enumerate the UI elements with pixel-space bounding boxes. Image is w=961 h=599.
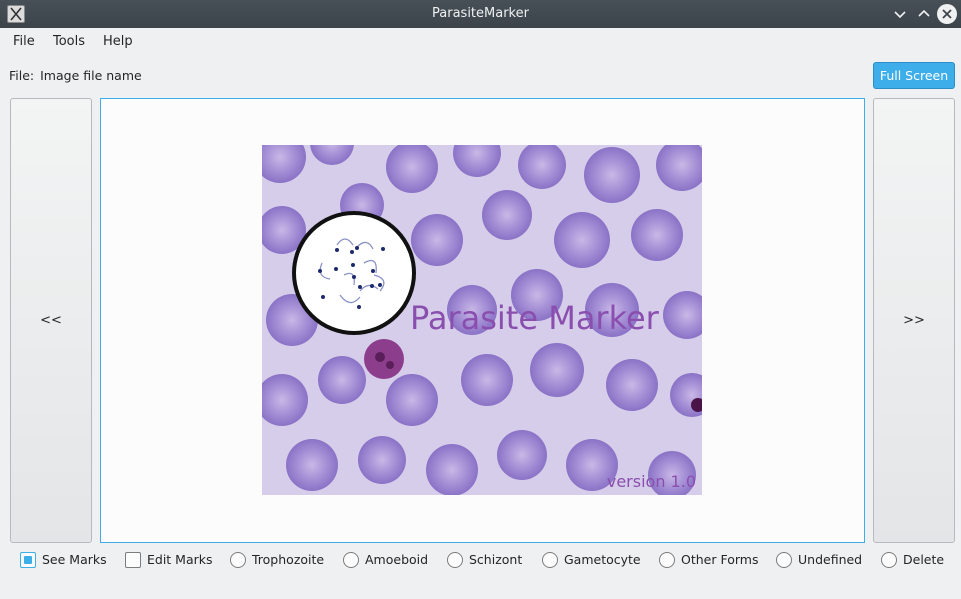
full-screen-button[interactable]: Full Screen xyxy=(873,62,955,89)
checkbox-icon[interactable] xyxy=(125,552,141,568)
splash-version: version 1.0 xyxy=(606,472,696,491)
splash-title: Parasite Marker xyxy=(410,299,659,337)
radio-icon[interactable] xyxy=(776,552,792,568)
checkbox-checked-icon[interactable] xyxy=(20,552,36,568)
next-image-button[interactable]: >> xyxy=(873,98,955,543)
menu-help[interactable]: Help xyxy=(103,34,133,49)
file-name: Image file name xyxy=(40,68,142,83)
option-label: Amoeboid xyxy=(365,552,429,567)
file-label: File: xyxy=(9,68,35,83)
title-bar: ParasiteMarker xyxy=(0,0,961,28)
file-info: File: Image file name xyxy=(9,68,142,83)
close-icon[interactable] xyxy=(937,4,957,24)
radio-icon[interactable] xyxy=(659,552,675,568)
menu-bar: File Tools Help xyxy=(0,28,961,56)
option-label: Schizont xyxy=(469,552,523,567)
option-label: Gametocyte xyxy=(564,552,641,567)
option-label: Edit Marks xyxy=(147,552,213,567)
menu-file[interactable]: File xyxy=(13,34,35,49)
radio-icon[interactable] xyxy=(881,552,897,568)
image-viewer[interactable]: Parasite Marker version 1.0 xyxy=(100,98,865,543)
option-label: See Marks xyxy=(42,552,107,567)
option-label: Delete xyxy=(903,552,945,567)
maximize-icon[interactable] xyxy=(914,4,934,24)
option-label: Trophozoite xyxy=(252,552,325,567)
previous-image-button[interactable]: << xyxy=(10,98,92,543)
radio-icon[interactable] xyxy=(343,552,359,568)
radio-icon[interactable] xyxy=(542,552,558,568)
radio-icon[interactable] xyxy=(447,552,463,568)
window-title: ParasiteMarker xyxy=(432,6,529,21)
menu-tools[interactable]: Tools xyxy=(53,34,85,49)
radio-icon[interactable] xyxy=(230,552,246,568)
option-label: Undefined xyxy=(798,552,863,567)
option-label: Other Forms xyxy=(681,552,759,567)
splash-image: Parasite Marker version 1.0 xyxy=(262,145,702,495)
minimize-icon[interactable] xyxy=(890,4,910,24)
mark-options-bar: See Marks Edit Marks Trophozoite Amoeboi… xyxy=(0,548,961,572)
